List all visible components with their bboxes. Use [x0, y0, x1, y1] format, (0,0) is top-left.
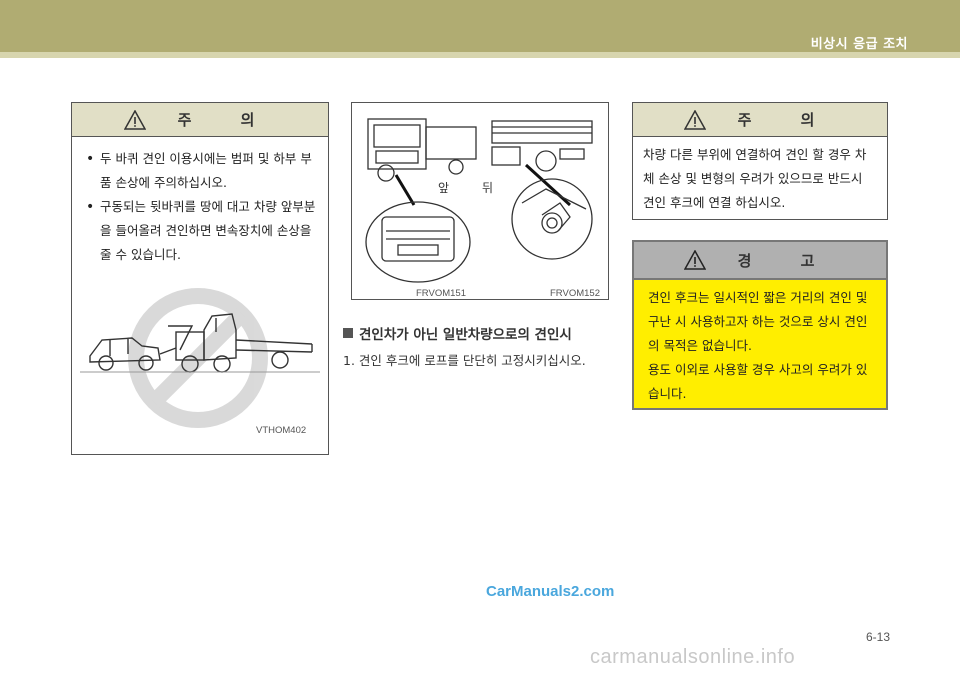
caution-panel-left: 주 의 두 바퀴 견인 이용시에는 범퍼 및 하부 부품 손상에 주의하십시오.… — [71, 102, 329, 455]
warning-triangle-icon — [683, 250, 706, 270]
rear-label: 뒤 — [482, 181, 494, 195]
subheading-text: 견인차가 아닌 일반차량으로의 견인시 — [359, 327, 572, 343]
warning-triangle-icon — [683, 109, 706, 130]
caution-header-left: 주 의 — [72, 103, 328, 137]
watermark-text: carmanualsonline.info — [590, 646, 796, 668]
warning-triangle-icon — [123, 109, 146, 130]
square-bullet-icon — [343, 328, 353, 338]
front-label: 앞 — [438, 181, 450, 195]
warning-line: 용도 이외로 사용할 경우 사고의 우려가 있습니다. — [648, 362, 868, 401]
warning-line: 견인 후크는 일시적인 짧은 거리의 견인 및 구난 시 사용하고자 하는 것으… — [648, 290, 868, 353]
step-1: 1. 견인 후크에 로프를 단단히 고정시키십시오. — [343, 353, 586, 368]
caution-header-right: 주 의 — [633, 103, 887, 137]
warning-header: 경 고 — [634, 242, 886, 280]
prohibition-icon — [128, 288, 268, 428]
tow-hook-figure: 앞 뒤 FRVOM151 FRVOM152 — [351, 102, 609, 300]
list-item: 구동되는 뒷바퀴를 땅에 대고 차량 앞부분을 들어올려 견인하면 변속장치에 … — [86, 195, 316, 267]
caution-title-right: 주 의 — [737, 111, 837, 129]
image-code-left: FRVOM151 — [416, 288, 466, 299]
caution-bullet-list: 두 바퀴 견인 이용시에는 범퍼 및 하부 부품 손상에 주의하십시오. 구동되… — [72, 137, 328, 267]
warning-title: 경 고 — [737, 251, 837, 270]
truck-rear-illustration — [491, 120, 593, 260]
towing-illustration — [80, 288, 320, 428]
subheading: 견인차가 아닌 일반차량으로의 견인시 — [343, 323, 572, 343]
image-code: VTHOM402 — [256, 425, 307, 436]
caution-panel-right: 주 의 차량 다른 부위에 연결하여 견인 할 경우 차체 손상 및 변형의 우… — [632, 102, 888, 220]
image-code-right: FRVOM152 — [550, 288, 600, 299]
towed-car-icon — [89, 337, 161, 371]
caution-text-right: 차량 다른 부위에 연결하여 견인 할 경우 차체 손상 및 변형의 우려가 있… — [643, 147, 867, 210]
caution-title-left: 주 의 — [177, 111, 277, 129]
warning-text: 견인 후크는 일시적인 짧은 거리의 견인 및 구난 시 사용하고자 하는 것으… — [634, 280, 886, 406]
section-title: 비상시 응급 조치 — [810, 37, 908, 52]
page-number: 6-13 — [865, 630, 890, 644]
watermark-link[interactable]: CarManuals2.com — [486, 583, 614, 600]
header-underline — [0, 52, 960, 58]
list-item: 두 바퀴 견인 이용시에는 범퍼 및 하부 부품 손상에 주의하십시오. — [86, 147, 316, 195]
truck-front-illustration — [365, 118, 477, 283]
warning-panel: 경 고 견인 후크는 일시적인 짧은 거리의 견인 및 구난 시 사용하고자 하… — [632, 240, 888, 410]
